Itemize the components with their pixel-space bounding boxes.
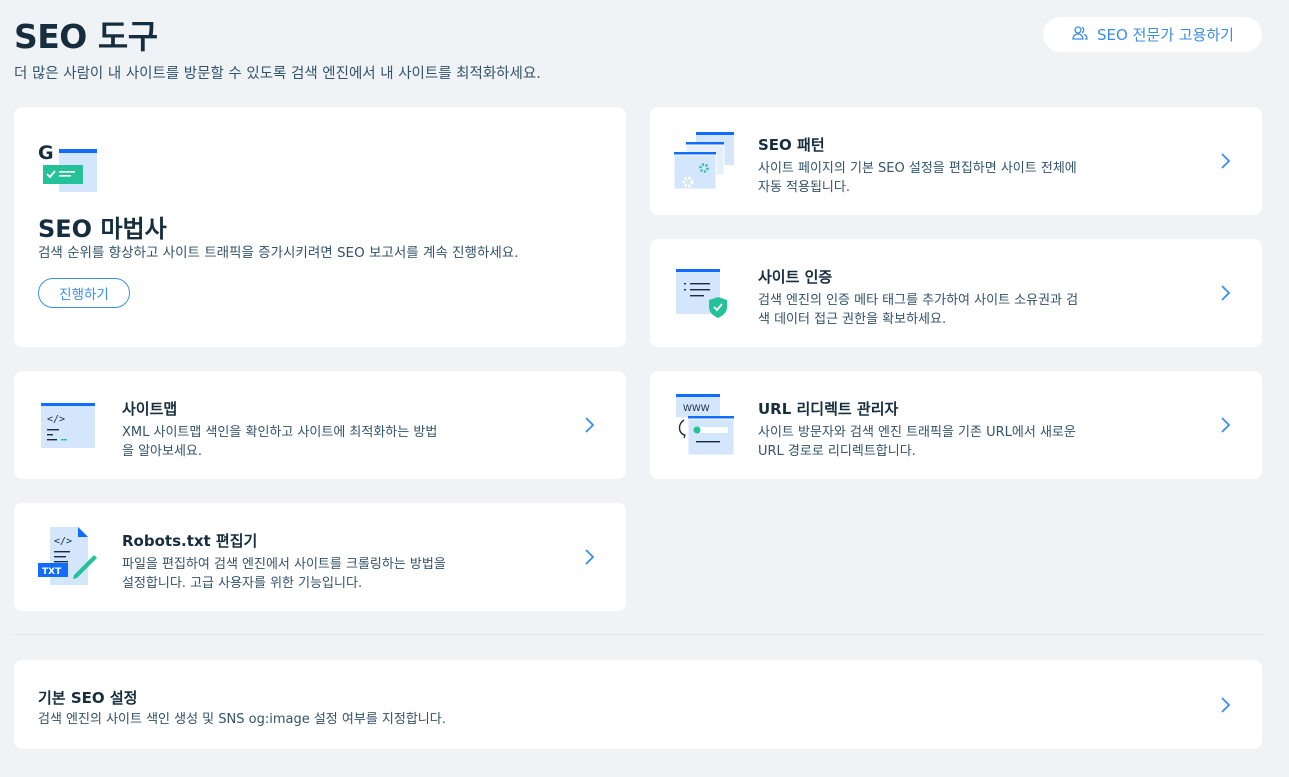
- sitemap-card[interactable]: </> 사이트맵 XML 사이트맵 색인을 확인하고 사이트에 최적화하는 방법…: [14, 371, 626, 479]
- chevron-right-icon[interactable]: [1220, 284, 1232, 302]
- chevron-right-icon[interactable]: [584, 548, 596, 566]
- seo-patterns-illustration: [673, 132, 736, 194]
- code-glyph: </>: [54, 536, 72, 547]
- seo-wizard-title: SEO 마법사: [38, 215, 167, 243]
- seo-patterns-desc-line1: 사이트 페이지의 기본 SEO 설정을 편집하면 사이트 전체에: [758, 161, 1077, 176]
- sitemap-title: 사이트맵: [122, 400, 178, 418]
- page-title: SEO 도구: [14, 17, 158, 56]
- sitemap-desc-line1: XML 사이트맵 색인을 확인하고 사이트에 최적화하는 방법: [122, 425, 438, 440]
- page-subtitle: 더 많은 사람이 내 사이트를 방문할 수 있도록 검색 엔진에서 내 사이트를…: [14, 66, 541, 82]
- basic-seo-settings-title: 기본 SEO 설정: [38, 689, 138, 707]
- seo-wizard-illustration: G: [38, 140, 100, 198]
- site-verification-title: 사이트 인증: [758, 268, 833, 286]
- robots-txt-title: Robots.txt 편집기: [122, 532, 258, 550]
- url-redirect-title: URL 리디렉트 관리자: [758, 400, 899, 418]
- chevron-right-icon[interactable]: [1220, 416, 1232, 434]
- seo-patterns-desc-line2: 자동 적용됩니다.: [758, 180, 850, 195]
- code-glyph: </>: [47, 414, 65, 425]
- url-redirect-card[interactable]: WWW URL 리디렉트 관리자 사이트 방문자와 검색 엔진 트래픽을 기존 …: [650, 371, 1262, 479]
- url-redirect-desc-line1: 사이트 방문자와 검색 엔진 트래픽을 기존 URL에서 새로운: [758, 425, 1076, 440]
- url-redirect-illustration: WWW: [674, 394, 736, 460]
- site-verification-desc-line1: 검색 엔진의 인증 메타 태그를 추가하여 사이트 소유권과 검: [758, 293, 1079, 308]
- url-redirect-desc-line2: URL 경로로 리디렉트합니다.: [758, 444, 916, 459]
- chevron-right-icon[interactable]: [1220, 152, 1232, 170]
- www-label: WWW: [683, 404, 710, 414]
- robots-txt-desc-line2: 설정합니다. 고급 사용자를 위한 기능입니다.: [122, 576, 363, 591]
- seo-wizard-start-button[interactable]: 진행하기: [38, 278, 130, 308]
- basic-seo-settings-card[interactable]: 기본 SEO 설정 검색 엔진의 사이트 색인 생성 및 SNS og:imag…: [14, 660, 1262, 749]
- basic-seo-settings-description: 검색 엔진의 사이트 색인 생성 및 SNS og:image 설정 여부를 지…: [38, 712, 446, 727]
- robots-txt-desc-line1: 파일을 편집하여 검색 엔진에서 사이트를 크롤링하는 방법을: [122, 557, 446, 572]
- site-verification-card[interactable]: 사이트 인증 검색 엔진의 인증 메타 태그를 추가하여 사이트 소유권과 검 …: [650, 239, 1262, 347]
- google-g-icon: G: [38, 142, 54, 164]
- chevron-right-icon[interactable]: [584, 416, 596, 434]
- seo-wizard-description: 검색 순위를 향상하고 사이트 트래픽을 증가시키려면 SEO 보고서를 계속 …: [38, 245, 519, 261]
- chevron-right-icon[interactable]: [1220, 696, 1232, 714]
- sitemap-illustration: </>: [41, 403, 97, 453]
- site-verification-illustration: [676, 269, 732, 325]
- seo-patterns-card[interactable]: SEO 패턴 사이트 페이지의 기본 SEO 설정을 편집하면 사이트 전체에 …: [650, 107, 1262, 215]
- robots-txt-illustration: </> TXT: [38, 527, 100, 591]
- hire-seo-expert-button[interactable]: SEO 전문가 고용하기: [1043, 17, 1262, 52]
- hire-seo-expert-label: SEO 전문가 고용하기: [1097, 26, 1234, 44]
- seo-patterns-title: SEO 패턴: [758, 136, 825, 154]
- site-verification-desc-line2: 색 데이터 접근 권한을 확보하세요.: [758, 312, 947, 327]
- seo-wizard-card: G SEO 마법사 검색 순위를 향상하고 사이트 트래픽을 증가시키려면 SE…: [14, 107, 626, 347]
- robots-txt-card[interactable]: </> TXT Robots.txt 편집기 파일을 편집하여 검색 엔진에서 …: [14, 503, 626, 611]
- section-divider: [14, 634, 1262, 635]
- txt-badge: TXT: [42, 567, 62, 577]
- sitemap-desc-line2: 을 알아보세요.: [122, 444, 203, 459]
- people-icon: [1071, 24, 1089, 46]
